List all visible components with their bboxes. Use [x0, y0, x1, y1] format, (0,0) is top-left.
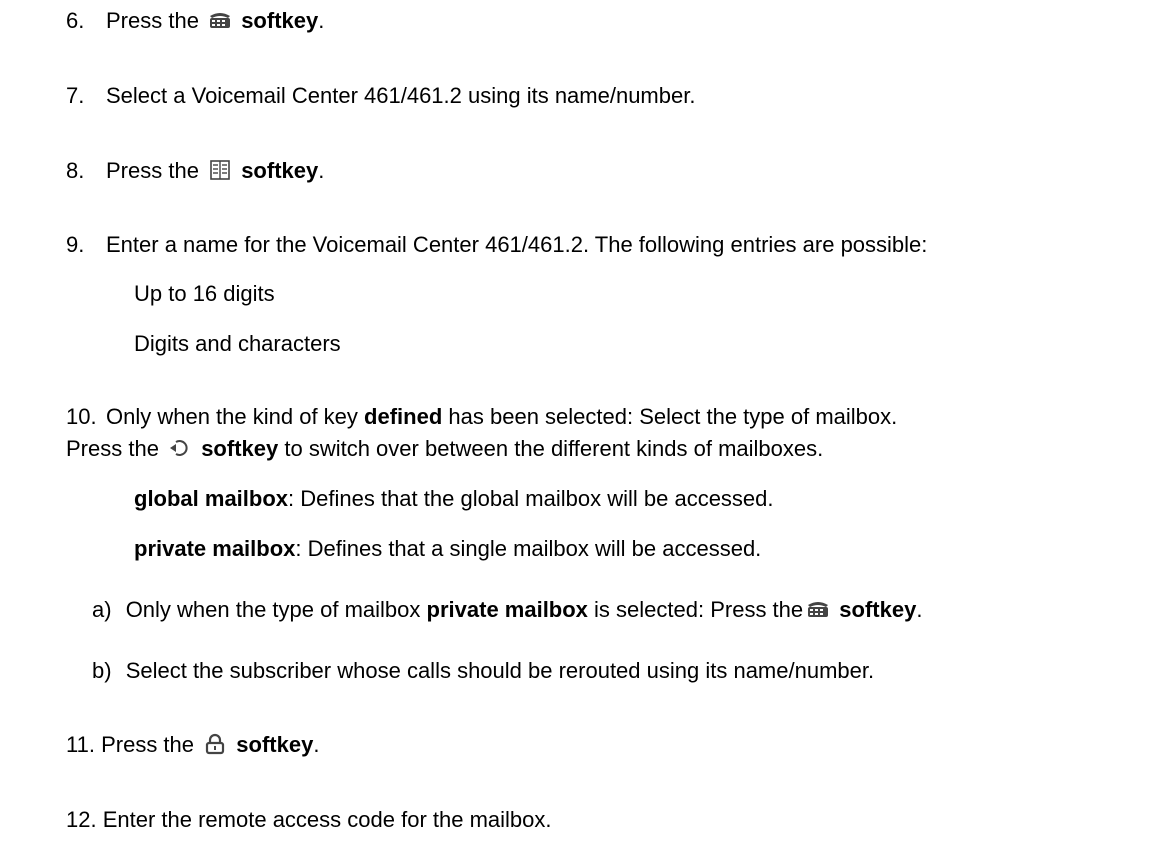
option-item: Up to 16 digits — [134, 281, 275, 306]
instruction-document: 6. Press the softkey. 7. Select a Voicem… — [0, 0, 1161, 843]
step-number: 8. — [66, 158, 85, 183]
step-number: 7. — [66, 83, 85, 108]
step-text: Select a Voicemail Center 461/461.2 usin… — [106, 83, 696, 108]
step-number: 11. — [66, 732, 95, 757]
phonebook-icon — [207, 159, 233, 181]
step-12: 12. Enter the remote access code for the… — [66, 805, 552, 835]
softkey-label: softkey — [241, 8, 319, 33]
step-text: Enter the remote access code for the mai… — [102, 807, 552, 832]
step-text: Press the — [106, 158, 199, 183]
option-item: Digits and characters — [134, 331, 341, 356]
substep-a: a) Only when the type of mailbox private… — [92, 597, 923, 622]
step-number: 9. — [66, 232, 85, 257]
step-10-continuation: Press the softkey to switch over between… — [66, 436, 824, 461]
toggle-icon — [167, 437, 193, 459]
substep-label: b) — [92, 658, 112, 683]
step-text: Press the — [106, 8, 199, 33]
step-text: Enter a name for the Voicemail Center 46… — [106, 232, 928, 257]
dial-pad-icon — [805, 598, 831, 620]
dial-pad-icon — [207, 9, 233, 31]
step-number: 6. — [66, 8, 85, 33]
step-11: 11. Press the softkey. — [66, 732, 320, 757]
softkey-label: softkey — [236, 732, 314, 757]
softkey-label: softkey — [241, 158, 319, 183]
option-private-mailbox: private mailbox: Defines that a single m… — [134, 536, 762, 561]
lock-icon — [202, 733, 228, 755]
softkey-label: softkey — [201, 436, 279, 461]
substep-b: b) Select the subscriber whose calls sho… — [92, 658, 875, 683]
substep-label: a) — [92, 597, 112, 622]
option-global-mailbox: global mailbox: Defines that the global … — [134, 486, 774, 511]
step-number: 10. — [66, 404, 97, 429]
key-kind-term: defined — [364, 404, 443, 429]
softkey-label: softkey — [839, 597, 917, 622]
step-number: 12. — [66, 807, 97, 832]
